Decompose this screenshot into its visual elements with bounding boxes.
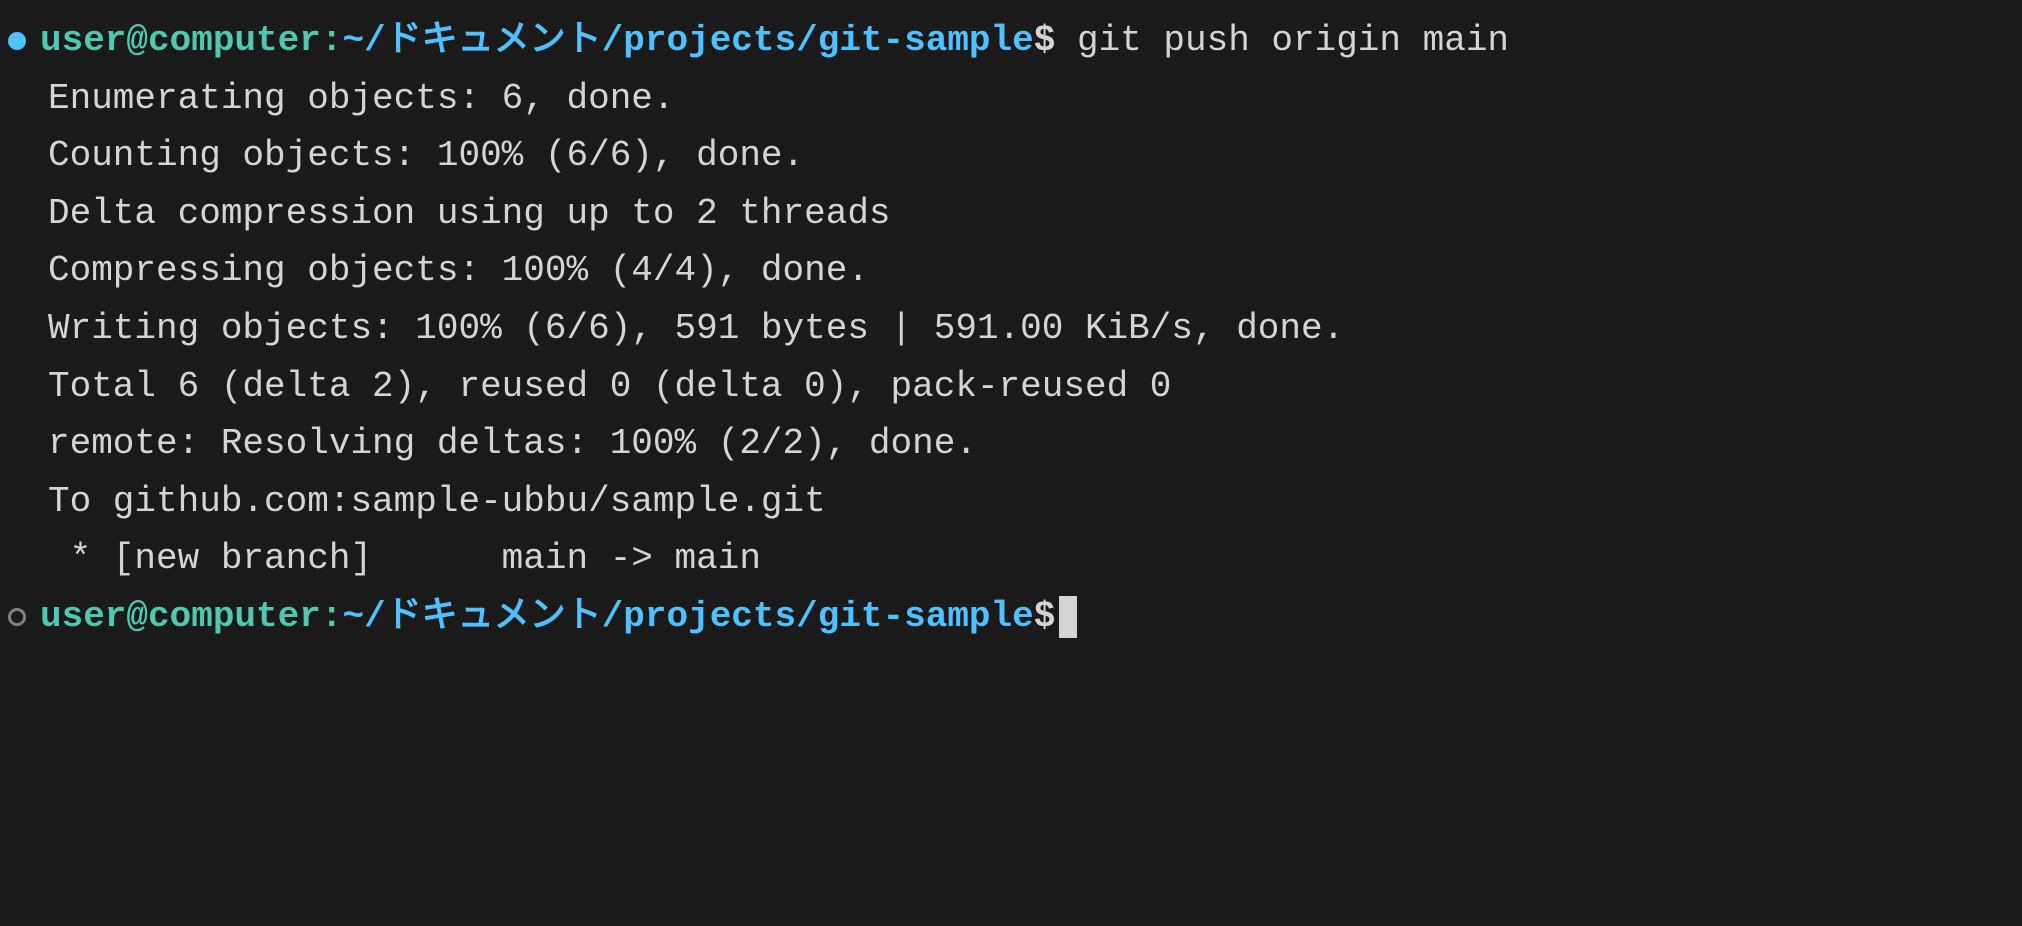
output-line: * [new branch] main -> main bbox=[8, 530, 2014, 588]
output-line: Counting objects: 100% (6/6), done. bbox=[8, 127, 2014, 185]
git-output: Compressing objects: 100% (4/4), done. bbox=[48, 242, 869, 300]
output-line: Writing objects: 100% (6/6), 591 bytes |… bbox=[8, 300, 2014, 358]
user-host: user@computer bbox=[40, 12, 321, 70]
colon: : bbox=[321, 588, 343, 646]
user-host: user@computer bbox=[40, 588, 321, 646]
prompt-line-1[interactable]: user@computer : ~/ドキュメント/projects/git-sa… bbox=[8, 12, 2014, 70]
output-line: remote: Resolving deltas: 100% (2/2), do… bbox=[8, 415, 2014, 473]
status-bullet-open-icon bbox=[8, 608, 26, 626]
working-directory: ~/ドキュメント/projects/git-sample bbox=[342, 12, 1033, 70]
git-output: To github.com:sample-ubbu/sample.git bbox=[48, 473, 826, 531]
colon: : bbox=[321, 12, 343, 70]
git-output: remote: Resolving deltas: 100% (2/2), do… bbox=[48, 415, 977, 473]
git-output: Total 6 (delta 2), reused 0 (delta 0), p… bbox=[48, 358, 1171, 416]
git-output: * [new branch] main -> main bbox=[48, 530, 761, 588]
prompt-line-2[interactable]: user@computer : ~/ドキュメント/projects/git-sa… bbox=[8, 588, 2014, 646]
output-line: Delta compression using up to 2 threads bbox=[8, 185, 2014, 243]
working-directory: ~/ドキュメント/projects/git-sample bbox=[342, 588, 1033, 646]
prompt-symbol: $ bbox=[1034, 588, 1056, 646]
output-line: Total 6 (delta 2), reused 0 (delta 0), p… bbox=[8, 358, 2014, 416]
git-output: Enumerating objects: 6, done. bbox=[48, 70, 675, 128]
git-output: Counting objects: 100% (6/6), done. bbox=[48, 127, 804, 185]
prompt-symbol: $ bbox=[1034, 12, 1056, 70]
git-output: Delta compression using up to 2 threads bbox=[48, 185, 891, 243]
output-line: Compressing objects: 100% (4/4), done. bbox=[8, 242, 2014, 300]
output-line: Enumerating objects: 6, done. bbox=[8, 70, 2014, 128]
output-line: To github.com:sample-ubbu/sample.git bbox=[8, 473, 2014, 531]
command-text: git push origin main bbox=[1055, 12, 1509, 70]
status-bullet-filled-icon bbox=[8, 32, 26, 50]
git-output: Writing objects: 100% (6/6), 591 bytes |… bbox=[48, 300, 1344, 358]
cursor-icon bbox=[1059, 596, 1077, 638]
